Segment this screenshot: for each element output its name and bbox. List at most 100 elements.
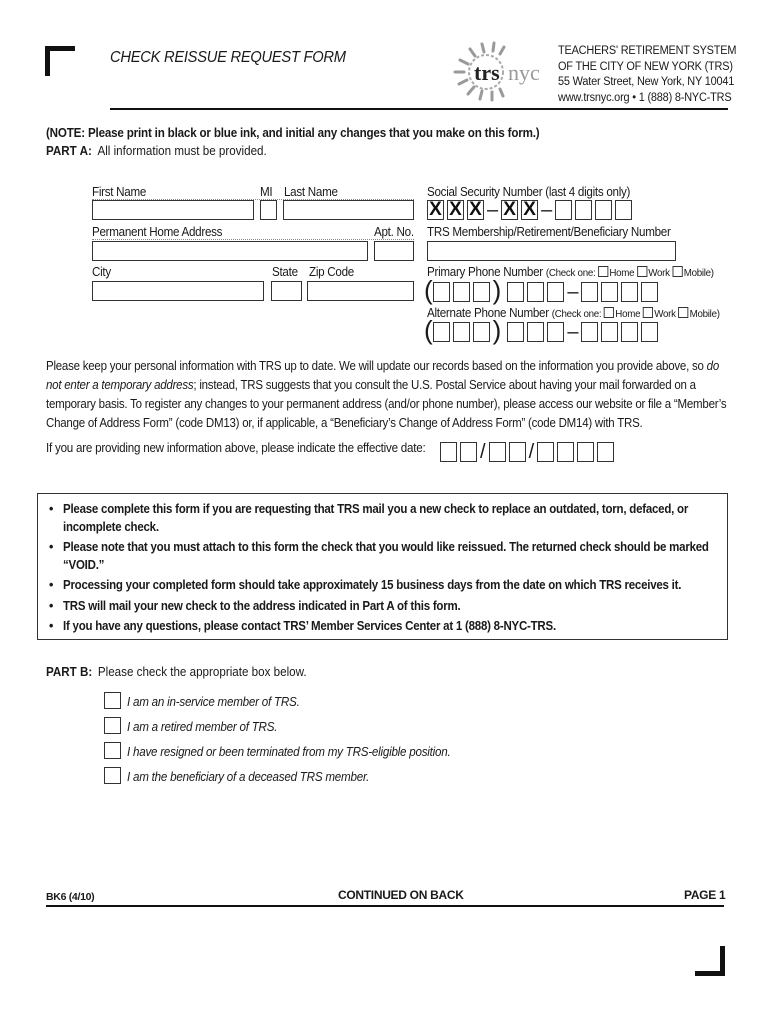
ssn-masked-digit: X <box>467 200 484 220</box>
alternate-area-digit[interactable] <box>472 322 490 342</box>
instruction-text: If you have any questions, please contac… <box>63 619 556 633</box>
last-name-field[interactable] <box>283 200 414 220</box>
phone-dash: – <box>567 281 579 303</box>
date-year-digit[interactable] <box>537 442 555 462</box>
logo-nyc-text: nyc <box>508 60 540 85</box>
date-day-digit[interactable] <box>508 442 526 462</box>
date-separator: / <box>480 441 486 463</box>
in-service-checkbox[interactable] <box>104 692 121 709</box>
paren-open: ( <box>424 275 433 305</box>
effective-date-row: If you are providing new information abo… <box>46 441 454 455</box>
primary-prefix-digit[interactable] <box>507 282 525 302</box>
instruction-text: TRS will mail your new check to the addr… <box>63 598 461 613</box>
date-month-digit[interactable] <box>460 442 477 462</box>
date-day-digit[interactable] <box>488 442 506 462</box>
primary-prefix-digit[interactable] <box>547 282 565 302</box>
zip-code-field[interactable] <box>307 281 414 301</box>
option-retired[interactable]: I am a retired member of TRS. <box>104 717 289 734</box>
apt-number-field[interactable] <box>374 241 414 261</box>
trs-number-label: TRS Membership/Retirement/Beneficiary Nu… <box>427 225 671 239</box>
primary-work-checkbox[interactable] <box>637 266 648 277</box>
alternate-home-checkbox[interactable] <box>604 307 615 318</box>
alternate-prefix-digit[interactable] <box>507 322 525 342</box>
alternate-work-checkbox[interactable] <box>643 307 654 318</box>
part-a-instruction: All information must be provided. <box>97 144 267 158</box>
date-year-digit[interactable] <box>557 442 575 462</box>
middle-initial-field[interactable] <box>260 200 277 220</box>
header-divider <box>110 108 728 110</box>
primary-area-digit[interactable] <box>452 282 470 302</box>
date-year-digit[interactable] <box>577 442 595 462</box>
part-b-instruction: Please check the appropriate box below. <box>97 665 307 679</box>
resigned-checkbox[interactable] <box>104 742 121 759</box>
option-label: I am a retired member of TRS. <box>127 720 278 734</box>
primary-line-digit[interactable] <box>601 282 619 302</box>
org-contact: www.trsnyc.org • 1 (888) 8-NYC-TRS <box>558 91 732 104</box>
city-field[interactable] <box>92 281 264 301</box>
date-month-digit[interactable] <box>440 442 457 462</box>
part-b-label: PART B: <box>46 665 93 679</box>
primary-line-digit[interactable] <box>581 282 599 302</box>
zip-label: Zip Code <box>309 265 354 279</box>
org-line: OF THE CITY OF NEW YORK (TRS) <box>558 60 733 73</box>
address-field[interactable] <box>92 241 368 261</box>
date-year-digit[interactable] <box>597 442 615 462</box>
alternate-line-digit[interactable] <box>621 322 639 342</box>
part-a-label: PART A: <box>46 144 92 158</box>
organization-info: TEACHERS' RETIREMENT SYSTEM OF THE CITY … <box>558 44 736 106</box>
state-field[interactable] <box>271 281 302 301</box>
footer-divider <box>46 905 724 907</box>
sun-logo-icon: trs nyc <box>453 41 540 102</box>
logo-trs-text: trs <box>474 60 500 85</box>
primary-mobile-checkbox[interactable] <box>672 266 683 277</box>
beneficiary-checkbox[interactable] <box>104 767 121 784</box>
primary-line-digit[interactable] <box>621 282 639 302</box>
ssn-last4-digit-4[interactable] <box>615 200 633 220</box>
primary-prefix-digit[interactable] <box>527 282 545 302</box>
ssn-last4-digit-3[interactable] <box>595 200 613 220</box>
ssn-masked-digit: X <box>427 200 444 220</box>
form-code: BK6 (4/10) <box>46 891 95 903</box>
alternate-mobile-checkbox[interactable] <box>678 307 689 318</box>
registration-mark-bottom-right <box>695 946 725 976</box>
part-a-heading: PART A: All information must be provided. <box>46 144 267 158</box>
option-in-service[interactable]: I am an in-service member of TRS. <box>104 692 313 709</box>
first-name-label: First Name <box>92 185 147 199</box>
ssn-last4-digit-1[interactable] <box>555 200 573 220</box>
effective-date-field: / / <box>440 442 617 462</box>
paren-close: ) <box>492 315 502 345</box>
primary-area-digit[interactable] <box>472 282 490 302</box>
option-beneficiary[interactable]: I am the beneficiary of a deceased TRS m… <box>104 767 387 784</box>
primary-mobile-label: Mobile) <box>683 267 714 279</box>
primary-home-checkbox[interactable] <box>598 266 609 277</box>
org-line: TEACHERS' RETIREMENT SYSTEM <box>558 45 737 57</box>
option-label: I am the beneficiary of a deceased TRS m… <box>127 770 370 784</box>
instruction-item: • Processing your completed form should t… <box>49 577 719 595</box>
option-resigned[interactable]: I have resigned or been terminated from … <box>104 742 475 759</box>
continued-on-back: CONTINUED ON BACK <box>338 888 464 902</box>
date-separator: / <box>528 441 535 463</box>
alternate-area-digit[interactable] <box>452 322 470 342</box>
ssn-masked-digit: X <box>447 200 464 220</box>
paren-open: ( <box>424 315 433 345</box>
alternate-phone-field: () – <box>424 315 661 345</box>
primary-area-digit[interactable] <box>432 282 450 302</box>
alternate-prefix-digit[interactable] <box>527 322 545 342</box>
alternate-line-digit[interactable] <box>581 322 599 342</box>
alternate-area-digit[interactable] <box>432 322 450 342</box>
ssn-last4-digit-2[interactable] <box>575 200 593 220</box>
retired-checkbox[interactable] <box>104 717 121 734</box>
alternate-line-digit[interactable] <box>601 322 619 342</box>
address-label: Permanent Home Address <box>92 225 223 239</box>
primary-line-digit[interactable] <box>641 282 659 302</box>
instruction-text: Please note that you must attach to this… <box>63 540 709 572</box>
first-name-field[interactable] <box>92 200 254 220</box>
primary-phone-label: Primary Phone Number (Check one: Home Work… <box>427 265 714 279</box>
ssn-dash: – <box>487 199 499 221</box>
primary-phone-check-prefix: (Check one: <box>545 267 596 279</box>
alternate-line-digit[interactable] <box>641 322 659 342</box>
registration-mark-top-left <box>45 46 75 76</box>
instruction-item: • If you have any questions, please conta… <box>49 618 719 636</box>
alternate-prefix-digit[interactable] <box>547 322 565 342</box>
trs-number-field[interactable] <box>427 241 676 261</box>
